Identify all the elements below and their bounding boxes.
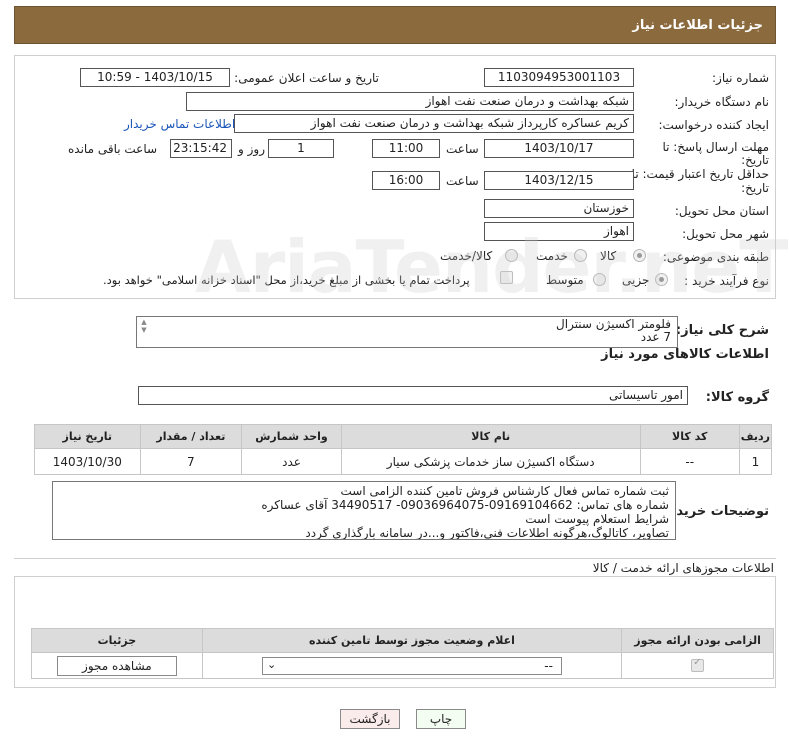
requester-label: ایجاد کننده درخواست: bbox=[658, 118, 769, 132]
cell-row: 1 bbox=[738, 448, 773, 475]
category-option-service: خدمت bbox=[536, 249, 568, 263]
treasury-bonds-note: پرداخت تمام یا بخشی از مبلغ خرید،از محل … bbox=[103, 273, 470, 287]
table-row: 1 -- دستگاه اکسیژن ساز خدمات پزشکی سیار … bbox=[34, 448, 773, 475]
category-radio-service[interactable] bbox=[574, 249, 587, 262]
process-radio-minor[interactable] bbox=[655, 273, 668, 286]
col-code: کد کالا bbox=[639, 424, 740, 449]
print-button[interactable]: چاپ bbox=[416, 709, 466, 729]
cell-name: دستگاه اکسیژن ساز خدمات پزشکی سیار bbox=[340, 448, 641, 475]
reply-deadline-label: مهلت ارسال پاسخ: تا bbox=[662, 140, 769, 154]
view-permit-button[interactable]: مشاهده مجوز bbox=[56, 655, 177, 676]
section-divider bbox=[14, 558, 776, 559]
permits-title: اطلاعات مجوزهای ارائه خدمت / کالا bbox=[592, 561, 774, 575]
permits-table: الزامی بودن ارائه مجوز اعلام وضعیت مجوز … bbox=[31, 628, 774, 679]
general-desc-line-2: 7 عدد bbox=[640, 330, 671, 344]
province-label: استان محل تحویل: bbox=[674, 204, 769, 218]
need-number-field: 1103094953001103 bbox=[484, 68, 634, 87]
category-label: طبقه بندی موضوعی: bbox=[662, 250, 769, 264]
buyer-contact-link[interactable]: اطلاعات تماس خریدار bbox=[124, 117, 235, 131]
price-validity-time-label: ساعت bbox=[446, 174, 479, 188]
col-date: تاریخ نیاز bbox=[34, 424, 141, 449]
remaining-time-label: ساعت باقی مانده bbox=[68, 142, 158, 156]
process-option-medium: متوسط bbox=[546, 273, 584, 287]
process-radio-medium[interactable] bbox=[593, 273, 606, 286]
buyer-notes-line-1: ثبت شماره تماس فعال کارشناس فروش تامین ک… bbox=[340, 484, 670, 498]
treasury-bonds-checkbox[interactable] bbox=[500, 271, 513, 284]
permits-table-header: الزامی بودن ارائه مجوز اعلام وضعیت مجوز … bbox=[31, 628, 774, 653]
reply-deadline-date-field: 1403/10/17 bbox=[484, 139, 634, 158]
announce-date-label: تاریخ و ساعت اعلان عمومی: bbox=[234, 71, 379, 85]
goods-table-header: ردیف کد کالا نام کالا واحد شمارش تعداد /… bbox=[34, 424, 773, 449]
city-label: شهر محل تحویل: bbox=[682, 227, 769, 241]
buyer-org-label: نام دستگاه خریدار: bbox=[674, 95, 770, 109]
cell-permit-details: مشاهده مجوز bbox=[31, 652, 203, 679]
chevron-down-icon: ⌄ bbox=[266, 657, 277, 671]
category-radio-goods[interactable] bbox=[633, 249, 646, 262]
reply-time-field: 11:00 bbox=[372, 139, 440, 158]
cell-code: -- bbox=[639, 448, 740, 475]
buyer-notes-line-4: تصاویر، کاتالوگ،هرگونه اطلاعات فنی،فاکتو… bbox=[305, 526, 669, 540]
price-validity-label: حداقل تاریخ اعتبار قیمت: تا bbox=[631, 167, 769, 181]
general-desc-textarea[interactable]: فلومتر اکسیژن سنترال 7 عدد ▲ ▼ bbox=[136, 316, 678, 348]
cell-permit-status: -- ⌄ bbox=[201, 652, 623, 679]
goods-info-title: اطلاعات کالاهای مورد نیاز bbox=[601, 347, 769, 362]
goods-group-label: گروه کالا: bbox=[705, 390, 769, 405]
col-row: ردیف bbox=[738, 424, 773, 449]
general-desc-label: شرح کلی نیاز: bbox=[675, 323, 769, 338]
reply-days-field: 1 bbox=[268, 139, 334, 158]
cell-unit: عدد bbox=[241, 448, 342, 475]
buyer-notes-textarea[interactable]: ثبت شماره تماس فعال کارشناس فروش تامین ک… bbox=[52, 481, 676, 540]
city-field: اهواز bbox=[484, 222, 634, 241]
province-field: خوزستان bbox=[484, 199, 634, 218]
col-permit-status: اعلام وضعیت مجوز توسط تامین کننده bbox=[201, 628, 623, 653]
col-permit-details: جزئیات bbox=[31, 628, 203, 653]
permit-status-value: -- bbox=[544, 658, 553, 673]
category-radio-both[interactable] bbox=[505, 249, 518, 262]
requester-field: کریم عساکره کارپرداز شبکه بهداشت و درمان… bbox=[234, 114, 634, 133]
cell-qty: 7 bbox=[139, 448, 243, 475]
goods-group-field: امور تاسیساتی bbox=[138, 386, 688, 405]
buyer-org-field: شبکه بهداشت و درمان صنعت نفت اهواز bbox=[186, 92, 634, 111]
checkmark-icon: ✓ bbox=[693, 657, 702, 668]
buyer-notes-line-3: شرایط استعلام پیوست است bbox=[525, 512, 669, 526]
buyer-notes-line-2: شماره های تماس: 09169104662-09036964075-… bbox=[261, 498, 669, 512]
permit-status-select[interactable]: -- ⌄ bbox=[261, 656, 562, 675]
remaining-time-field: 23:15:42 bbox=[170, 139, 232, 158]
cell-permit-required: ✓ bbox=[621, 652, 774, 679]
page-header: جزئیات اطلاعات نیاز bbox=[14, 6, 776, 44]
page-title: جزئیات اطلاعات نیاز bbox=[632, 18, 763, 33]
cell-date: 1403/10/30 bbox=[34, 448, 141, 475]
col-qty: تعداد / مقدار bbox=[139, 424, 243, 449]
price-validity-date-field: 1403/12/15 bbox=[484, 171, 634, 190]
table-row: ✓ -- ⌄ مشاهده مجوز bbox=[31, 652, 774, 679]
price-validity-date-label: تاریخ: bbox=[741, 181, 769, 195]
scroll-arrows-icon[interactable]: ▲ ▼ bbox=[139, 318, 149, 346]
category-option-both: کالا/خدمت bbox=[440, 249, 493, 263]
announce-date-field: 1403/10/15 - 10:59 bbox=[80, 68, 230, 87]
col-unit: واحد شمارش bbox=[241, 424, 342, 449]
reply-deadline-date-label: تاریخ: bbox=[741, 153, 769, 167]
price-validity-time-field: 16:00 bbox=[372, 171, 440, 190]
reply-time-label: ساعت bbox=[446, 142, 479, 156]
general-desc-line-1: فلومتر اکسیژن سنترال bbox=[556, 317, 671, 331]
reply-days-label: روز و bbox=[238, 142, 265, 156]
col-permit-required: الزامی بودن ارائه مجوز bbox=[621, 628, 774, 653]
col-name: نام کالا bbox=[340, 424, 641, 449]
need-number-label: شماره نیاز: bbox=[712, 71, 769, 85]
back-button[interactable]: بازگشت bbox=[340, 709, 400, 729]
goods-table: ردیف کد کالا نام کالا واحد شمارش تعداد /… bbox=[34, 424, 773, 475]
required-check-icon: ✓ bbox=[691, 657, 705, 672]
process-option-minor: جزیی bbox=[622, 273, 650, 287]
process-label: نوع فرآیند خرید : bbox=[684, 274, 769, 288]
category-option-goods: کالا bbox=[600, 249, 617, 263]
